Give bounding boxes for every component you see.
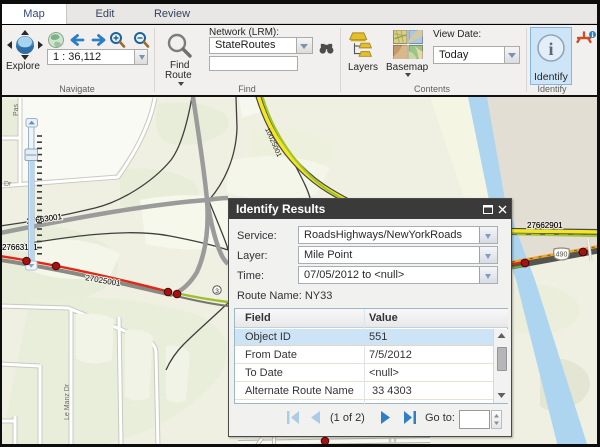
svg-text:490: 490 [556, 252, 568, 259]
svg-text:Dr: Dr [4, 181, 12, 188]
svg-text:27662901: 27662901 [527, 221, 563, 230]
svg-text:i: i [548, 39, 553, 59]
svg-text:Pas: Pas [13, 103, 20, 116]
svg-text:Le Manz Dr: Le Manz Dr [64, 383, 71, 420]
svg-text:3: 3 [215, 288, 219, 295]
